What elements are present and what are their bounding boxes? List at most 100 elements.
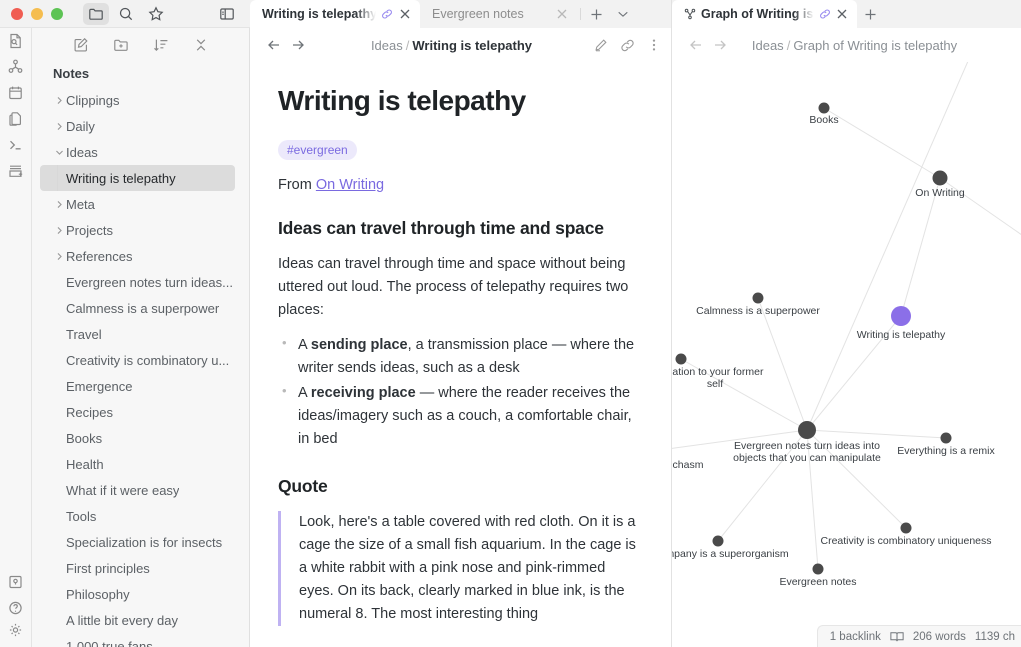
tree-item-writing-is-telepathy[interactable]: Writing is telepathy (40, 165, 235, 191)
new-note-icon[interactable] (72, 36, 90, 54)
close-icon[interactable] (398, 7, 412, 21)
bullet-bold-term: sending place (310, 336, 408, 353)
back-button[interactable] (262, 33, 286, 57)
back-button[interactable] (684, 33, 708, 57)
more-options-icon[interactable] (647, 38, 661, 52)
settings-icon[interactable] (0, 621, 32, 647)
new-folder-icon[interactable] (112, 36, 130, 54)
link-icon[interactable] (620, 38, 635, 53)
calendar-icon[interactable] (0, 80, 32, 106)
toggle-right-sidebar-icon[interactable] (214, 3, 240, 25)
collapse-all-icon[interactable] (192, 36, 210, 54)
new-pane-icon[interactable] (0, 158, 32, 184)
tree-item-recipes[interactable]: Recipes (40, 399, 235, 425)
copy-icon[interactable] (0, 106, 32, 132)
from-prefix: From (278, 176, 316, 193)
tree-item-ideas[interactable]: Ideas (40, 139, 235, 165)
graph-node-evergreen-notes[interactable] (812, 563, 824, 575)
tree-item-what-if-it-were-easy[interactable]: What if it were easy (40, 477, 235, 503)
char-count: 1139 ch (974, 630, 1015, 643)
tab-writing-is-telepathy[interactable]: Writing is telepathy (250, 0, 420, 28)
tree-item-label: Travel (66, 326, 102, 342)
backlink-count[interactable]: 1 backlink (830, 631, 881, 643)
chevron-down-icon[interactable] (52, 148, 66, 157)
tabbar-spacer (636, 0, 671, 28)
tree-item-emergence[interactable]: Emergence (40, 373, 235, 399)
edit-icon[interactable] (593, 38, 608, 53)
tree-item-tools[interactable]: Tools (40, 503, 235, 529)
search-icon[interactable] (113, 3, 139, 25)
tree-item-evergreen-notes-turn-ideas[interactable]: Evergreen notes turn ideas... (40, 269, 235, 295)
editor-breadcrumb-bar: Ideas / Writing is telepathy (250, 28, 671, 62)
window-titlebar (0, 0, 250, 28)
graph-icon (684, 8, 696, 20)
chevron-right-icon[interactable] (52, 226, 66, 235)
window-zoom-button[interactable] (51, 7, 63, 20)
tree-item-1-000-true-fans[interactable]: 1,000 true fans (40, 633, 235, 647)
internal-link-on-writing[interactable]: On Writing (316, 177, 384, 193)
tree-item-label: Philosophy (66, 586, 130, 602)
star-icon[interactable] (143, 3, 169, 25)
tree-item-creativity-is-combinatory-u[interactable]: Creativity is combinatory u... (40, 347, 235, 373)
file-tree: Clippings Daily Ideas Writing is telepathy M… (32, 87, 249, 647)
graph-node-obligation[interactable] (675, 353, 687, 365)
document-content[interactable]: Writing is telepathy #evergreen From On … (250, 62, 671, 647)
chevron-right-icon[interactable] (52, 96, 66, 105)
folder-icon[interactable] (83, 2, 109, 25)
chevron-right-icon[interactable] (52, 200, 66, 209)
graph-node-creativity[interactable] (900, 522, 912, 534)
tree-item-health[interactable]: Health (40, 451, 235, 477)
tree-item-clippings[interactable]: Clippings (40, 87, 235, 113)
tree-item-travel[interactable]: Travel (40, 321, 235, 347)
tree-item-daily[interactable]: Daily (40, 113, 235, 139)
tag-evergreen[interactable]: #evergreen (278, 139, 357, 160)
close-icon[interactable] (555, 7, 569, 21)
paragraph-1: Ideas can travel through time and space … (278, 255, 629, 318)
graph-node-company[interactable] (712, 535, 724, 547)
tab-list-button[interactable] (610, 0, 636, 28)
graph-node-writing-is-telepathy[interactable] (891, 306, 911, 326)
help-icon[interactable] (0, 595, 32, 621)
tree-item-label: Evergreen notes turn ideas... (66, 274, 233, 290)
graph-canvas[interactable]: Books On Writing Writing is telepathy Calmn… (672, 62, 1021, 647)
tree-item-first-principles[interactable]: First principles (40, 555, 235, 581)
close-icon[interactable] (836, 7, 849, 21)
terminal-icon[interactable] (0, 132, 32, 158)
tabbar-spacer (883, 0, 1021, 28)
graph-node-calmness[interactable] (752, 292, 764, 304)
chevron-right-icon[interactable] (52, 252, 66, 261)
graph-node-on-writing[interactable] (932, 170, 948, 186)
tab-evergreen-notes[interactable]: Evergreen notes (420, 0, 577, 28)
sort-icon[interactable] (152, 36, 170, 54)
breadcrumb: Ideas / Writing is telepathy (310, 38, 593, 53)
breadcrumb-folder[interactable]: Ideas (752, 38, 784, 53)
forward-button[interactable] (708, 33, 732, 57)
tree-item-projects[interactable]: Projects (40, 217, 235, 243)
graph-node-books[interactable] (818, 102, 830, 114)
tree-item-label: A little bit every day (66, 612, 178, 628)
tree-item-specialization-is-for-insects[interactable]: Specialization is for insects (40, 529, 235, 555)
forward-button[interactable] (286, 33, 310, 57)
tab-graph-of-writing-is-telepathy[interactable]: Graph of Writing is t (672, 0, 857, 28)
tree-item-a-little-bit-every-day[interactable]: A little bit every day (40, 607, 235, 633)
new-tab-button[interactable] (584, 0, 610, 28)
window-close-button[interactable] (11, 7, 23, 20)
bullet-item: A receiving place — where the reader rec… (278, 381, 643, 451)
graph-svg[interactable]: Books On Writing Writing is telepathy Calmn… (672, 62, 1021, 647)
tree-item-meta[interactable]: Meta (40, 191, 235, 217)
window-minimize-button[interactable] (31, 7, 43, 20)
tree-item-references[interactable]: References (40, 243, 235, 269)
graph-node-remix[interactable] (940, 432, 952, 444)
vault-icon[interactable] (0, 569, 32, 595)
page-title: Writing is telepathy (278, 85, 526, 116)
titlebar-icons (83, 2, 169, 25)
tree-item-books[interactable]: Books (40, 425, 235, 451)
graph-node-evergreen-objects[interactable] (798, 421, 816, 439)
chevron-right-icon[interactable] (52, 122, 66, 131)
tree-item-calmness-is-a-superpower[interactable]: Calmness is a superpower (40, 295, 235, 321)
graph-view-icon[interactable] (0, 54, 32, 80)
tree-item-philosophy[interactable]: Philosophy (40, 581, 235, 607)
new-tab-button[interactable] (857, 0, 883, 28)
breadcrumb-folder[interactable]: Ideas (371, 38, 403, 53)
quick-switcher-icon[interactable] (0, 28, 32, 54)
